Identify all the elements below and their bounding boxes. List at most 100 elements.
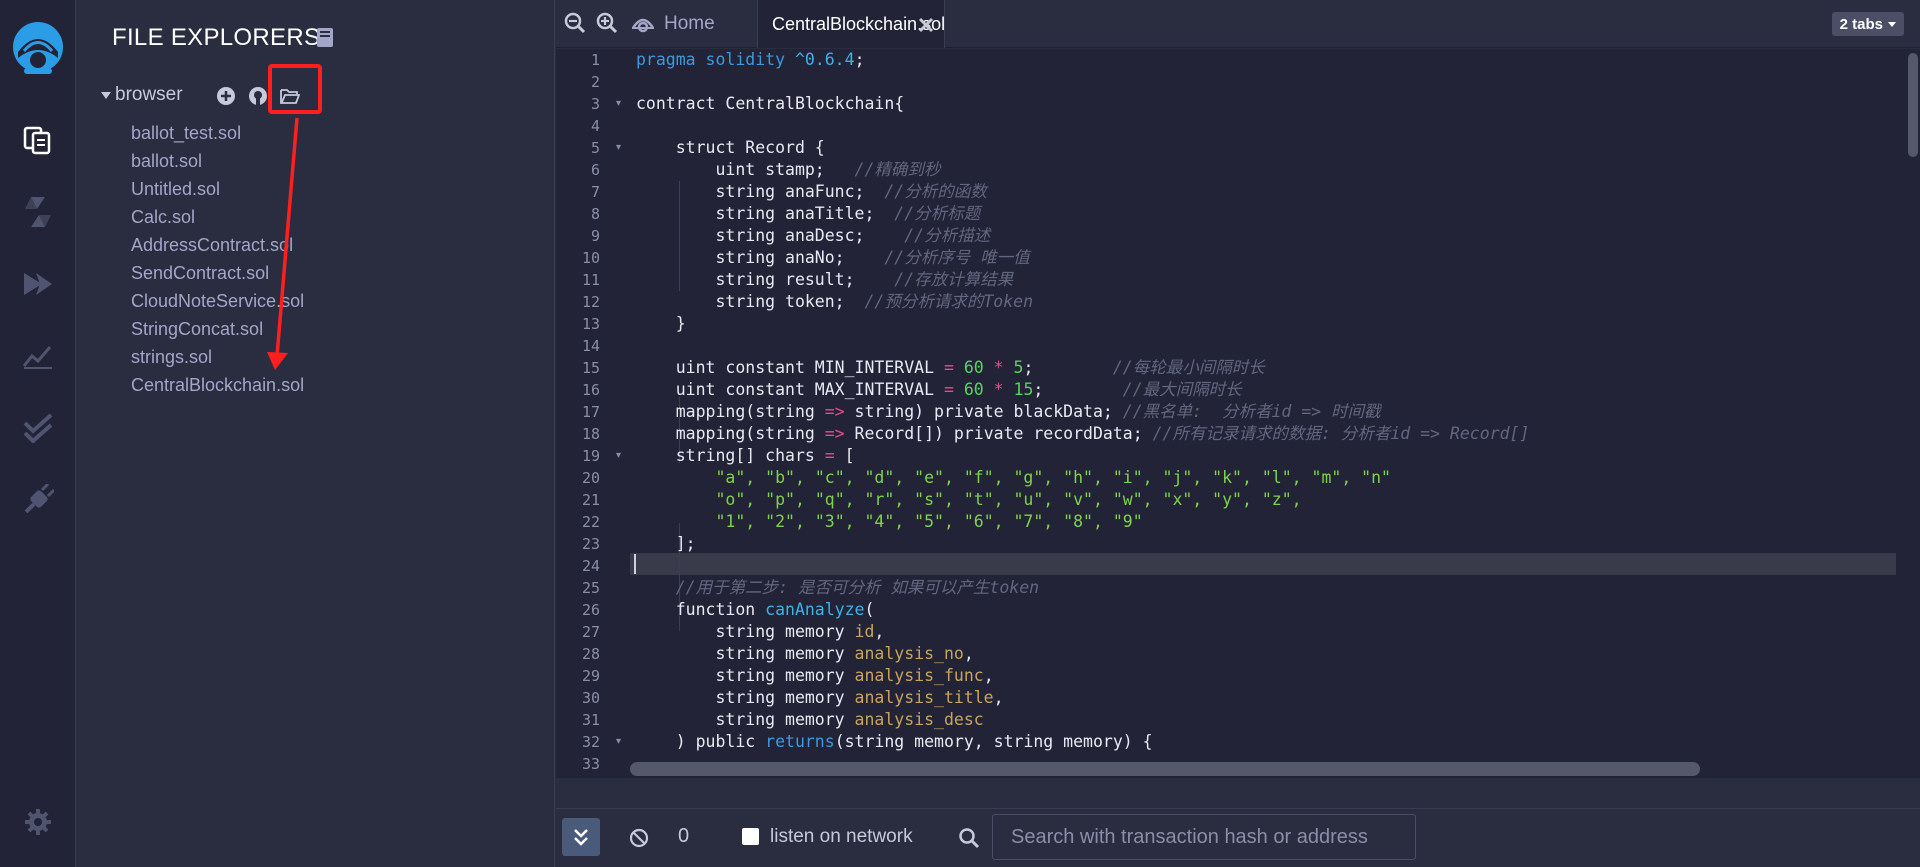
- file-item[interactable]: strings.sol: [131, 343, 304, 371]
- code-line-16: uint constant MAX_INTERVAL = 60 * 15; //…: [636, 380, 1242, 399]
- search-icon: [958, 827, 980, 849]
- code-line-27: string memory id,: [636, 622, 885, 641]
- file-item[interactable]: SendContract.sol: [131, 259, 304, 287]
- code-line-11: string result; //存放计算结果: [636, 270, 1014, 289]
- code-line-9: string anaDesc; //分析描述: [636, 226, 991, 245]
- line-number: 3: [590, 95, 600, 113]
- line-number: 17: [581, 403, 600, 421]
- listen-network-checkbox[interactable]: [742, 828, 759, 845]
- double-chevron-down-icon: [574, 829, 588, 846]
- deploy-run-icon[interactable]: [20, 266, 56, 302]
- highlight-box: [268, 64, 322, 114]
- line-number: 12: [581, 293, 600, 311]
- code-line-28: string memory analysis_no,: [636, 644, 974, 663]
- tab-home-label: Home: [664, 13, 715, 34]
- verify-icon[interactable]: [20, 410, 56, 446]
- file-item[interactable]: AddressContract.sol: [131, 231, 304, 259]
- code-line-8: string anaTitle; //分析标题: [636, 204, 981, 223]
- code-editor[interactable]: 1 2 3 ▾ 4 5 ▾ 6 7 8 9 10 11 12 13 14 15 16 17 18 19 ▾ 20 21 22 23…: [556, 49, 1920, 778]
- code-line-32: ) public returns(string memory, string m…: [636, 732, 1153, 751]
- line-number: 31: [581, 711, 600, 729]
- code-line-10: string anaNo; //分析序号 唯一值: [636, 248, 1030, 267]
- code-line-19: string[] chars = [: [636, 446, 855, 465]
- horizontal-scrollbar[interactable]: [630, 762, 1700, 776]
- browser-folder-label: browser: [115, 84, 183, 105]
- docs-book-icon[interactable]: [316, 27, 334, 48]
- file-item[interactable]: Untitled.sol: [131, 175, 304, 203]
- tx-search-input[interactable]: [992, 814, 1416, 860]
- tab-centralblockchain[interactable]: CentralBlockchain.sol: [757, 0, 945, 48]
- code-line-22: "1", "2", "3", "4", "5", "6", "7", "8", …: [715, 512, 1143, 531]
- line-number: 32: [581, 733, 600, 751]
- line-number: 2: [590, 73, 600, 91]
- clear-console-icon[interactable]: [628, 827, 650, 849]
- file-item[interactable]: Calc.sol: [131, 203, 304, 231]
- file-item[interactable]: ballot_test.sol: [131, 119, 304, 147]
- tab-home[interactable]: Home: [630, 10, 715, 38]
- caret-down-icon: [101, 91, 111, 99]
- fold-toggle-icon[interactable]: ▾: [616, 142, 621, 153]
- plugin-manager-icon[interactable]: [20, 482, 56, 518]
- line-number: 23: [581, 535, 600, 553]
- code-line-1: pragma solidity ^0.6.4;: [636, 50, 865, 69]
- vertical-scrollbar[interactable]: [1908, 53, 1918, 157]
- line-number: 30: [581, 689, 600, 707]
- file-item[interactable]: CloudNoteService.sol: [131, 287, 304, 315]
- file-item[interactable]: CentralBlockchain.sol: [131, 371, 304, 399]
- fold-toggle-icon[interactable]: ▾: [616, 736, 621, 747]
- text-cursor: [634, 554, 636, 574]
- terminal-toggle-button[interactable]: [562, 818, 600, 856]
- code-line-12: string token; //预分析请求的Token: [636, 292, 1034, 311]
- line-number: 4: [590, 117, 600, 135]
- line-number: 18: [581, 425, 600, 443]
- file-item[interactable]: StringConcat.sol: [131, 315, 304, 343]
- github-icon[interactable]: [247, 85, 269, 107]
- fold-toggle-icon[interactable]: ▾: [616, 98, 621, 109]
- line-number: 7: [590, 183, 600, 201]
- code-line-23: ];: [636, 534, 696, 553]
- code-line-20: "a", "b", "c", "d", "e", "f", "g", "h", …: [715, 468, 1391, 487]
- file-item[interactable]: ballot.sol: [131, 147, 304, 175]
- line-number: 29: [581, 667, 600, 685]
- line-number: 33: [581, 755, 600, 773]
- add-file-icon[interactable]: [215, 85, 237, 107]
- icon-rail: [0, 0, 76, 867]
- zoom-in-icon[interactable]: [596, 12, 618, 34]
- file-explorer-icon[interactable]: [20, 122, 56, 158]
- line-number: 6: [590, 161, 600, 179]
- analysis-icon[interactable]: [20, 338, 56, 374]
- chevron-down-icon: [1888, 21, 1896, 27]
- file-explorer-panel: FILE EXPLORERS browser ballot_test.sol b…: [77, 0, 555, 867]
- fold-toggle-icon[interactable]: ▾: [616, 450, 621, 461]
- remix-logo-icon[interactable]: [6, 18, 70, 82]
- solidity-compiler-icon[interactable]: [20, 194, 56, 230]
- browser-folder[interactable]: browser: [101, 84, 183, 106]
- line-number: 19: [581, 447, 600, 465]
- line-number: 15: [581, 359, 600, 377]
- code-line-15: uint constant MIN_INTERVAL = 60 * 5; //每…: [636, 358, 1265, 377]
- zoom-out-icon[interactable]: [564, 12, 586, 34]
- code-line-3: contract CentralBlockchain{: [636, 94, 905, 113]
- line-number: 5: [590, 139, 600, 157]
- pending-tx-count: 0: [678, 825, 690, 847]
- close-tab-icon[interactable]: [918, 17, 934, 33]
- code-line-31: string memory analysis_desc: [636, 710, 984, 729]
- line-number: 21: [581, 491, 600, 509]
- line-number: 16: [581, 381, 600, 399]
- editor-area: Home CentralBlockchain.sol 2 tabs 1 2 3 ▾ 4 5…: [556, 0, 1920, 867]
- remix-home-icon: [631, 18, 655, 33]
- line-number: 10: [581, 249, 600, 267]
- line-number: 28: [581, 645, 600, 663]
- code-lines: pragma solidity ^0.6.4; contract Central…: [636, 49, 1896, 778]
- code-line-5: struct Record {: [636, 138, 825, 157]
- code-line-25: //用于第二步: 是否可分析 如果可以产生token: [675, 578, 1040, 597]
- settings-icon[interactable]: [20, 804, 56, 840]
- line-number: 9: [590, 227, 600, 245]
- line-gutter: 1 2 3 ▾ 4 5 ▾ 6 7 8 9 10 11 12 13 14 15 16 17 18 19 ▾ 20 21 22 23…: [556, 49, 630, 778]
- tabs-bar: Home CentralBlockchain.sol 2 tabs: [556, 0, 1920, 48]
- remix-ide: FILE EXPLORERS browser ballot_test.sol b…: [0, 0, 1920, 867]
- tabs-count-dropdown[interactable]: 2 tabs: [1831, 12, 1904, 36]
- code-line-7: string anaFunc; //分析的函数: [636, 182, 987, 201]
- line-number: 1: [590, 51, 600, 69]
- line-number: 8: [590, 205, 600, 223]
